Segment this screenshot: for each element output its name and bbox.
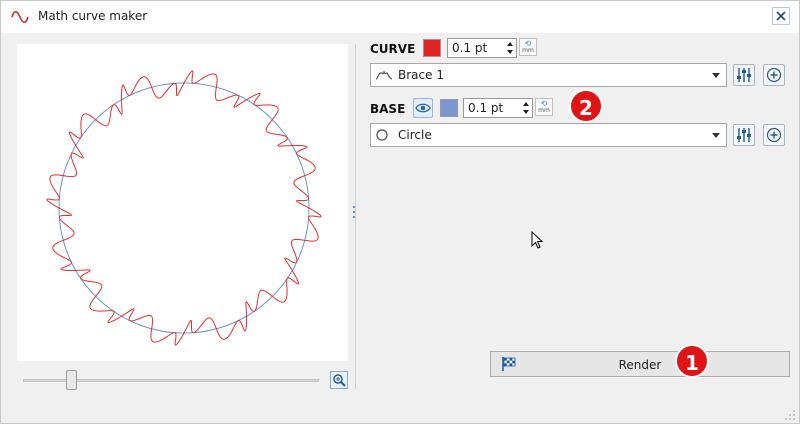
base-thickness-value: 0.1 pt	[468, 101, 504, 115]
curve-thickness-value: 0.1 pt	[452, 41, 488, 55]
zoom-icon	[333, 374, 346, 387]
base-visibility-toggle[interactable]	[413, 98, 433, 118]
circle-icon	[376, 129, 388, 141]
step-badge-two: 2	[569, 89, 603, 123]
step-badge-one: 1	[675, 344, 709, 378]
base-shape-value: Circle	[398, 128, 432, 142]
base-color-swatch[interactable]	[440, 99, 458, 117]
sliders-icon	[737, 128, 751, 142]
base-settings-button[interactable]	[733, 124, 755, 146]
zoom-button[interactable]	[330, 371, 348, 389]
base-section-label: BASE	[370, 102, 406, 116]
curve-preview-canvas	[17, 44, 348, 361]
title-bar: Math curve maker	[1, 1, 799, 33]
mouse-pointer-icon	[531, 231, 544, 249]
curve-preview-drawing	[46, 70, 322, 346]
window-title: Math curve maker	[38, 9, 148, 23]
splitter-grip-icon[interactable]	[352, 205, 356, 219]
base-unit-toggle[interactable]: ⟲ mm	[535, 98, 553, 116]
brace-icon	[375, 70, 393, 80]
spin-arrows-icon[interactable]	[506, 41, 514, 55]
resize-grip-icon[interactable]	[784, 409, 796, 421]
render-button[interactable]: Render	[490, 351, 790, 377]
sine-wave-icon	[11, 11, 29, 23]
close-button[interactable]	[772, 7, 790, 25]
curve-color-swatch[interactable]	[423, 39, 441, 57]
base-add-button[interactable]	[763, 124, 785, 146]
zoom-slider-thumb[interactable]	[65, 370, 77, 390]
plus-circle-icon	[766, 67, 782, 83]
chevron-down-icon	[712, 133, 720, 138]
close-icon	[776, 11, 786, 21]
curve-shape-dropdown[interactable]: Brace 1	[370, 63, 727, 87]
base-shape-dropdown[interactable]: Circle	[370, 123, 727, 147]
plus-circle-icon	[766, 127, 782, 143]
curve-section-label: CURVE	[370, 42, 416, 56]
curve-thickness-field[interactable]: 0.1 pt	[447, 38, 517, 58]
curve-unit-toggle[interactable]: ⟲ mm	[519, 38, 537, 56]
curve-add-button[interactable]	[763, 64, 785, 86]
math-curve-maker-window: Math curve maker CURVE 0.1 pt ⟲ mm Brace…	[0, 0, 800, 424]
base-thickness-field[interactable]: 0.1 pt	[463, 98, 533, 118]
curve-shape-value: Brace 1	[398, 68, 444, 82]
curve-settings-button[interactable]	[733, 64, 755, 86]
spin-arrows-icon[interactable]	[522, 101, 530, 115]
eye-icon	[415, 103, 431, 113]
sliders-icon	[737, 68, 751, 82]
chevron-down-icon	[712, 73, 720, 78]
render-button-label: Render	[618, 358, 662, 372]
brace-curve	[46, 70, 322, 346]
